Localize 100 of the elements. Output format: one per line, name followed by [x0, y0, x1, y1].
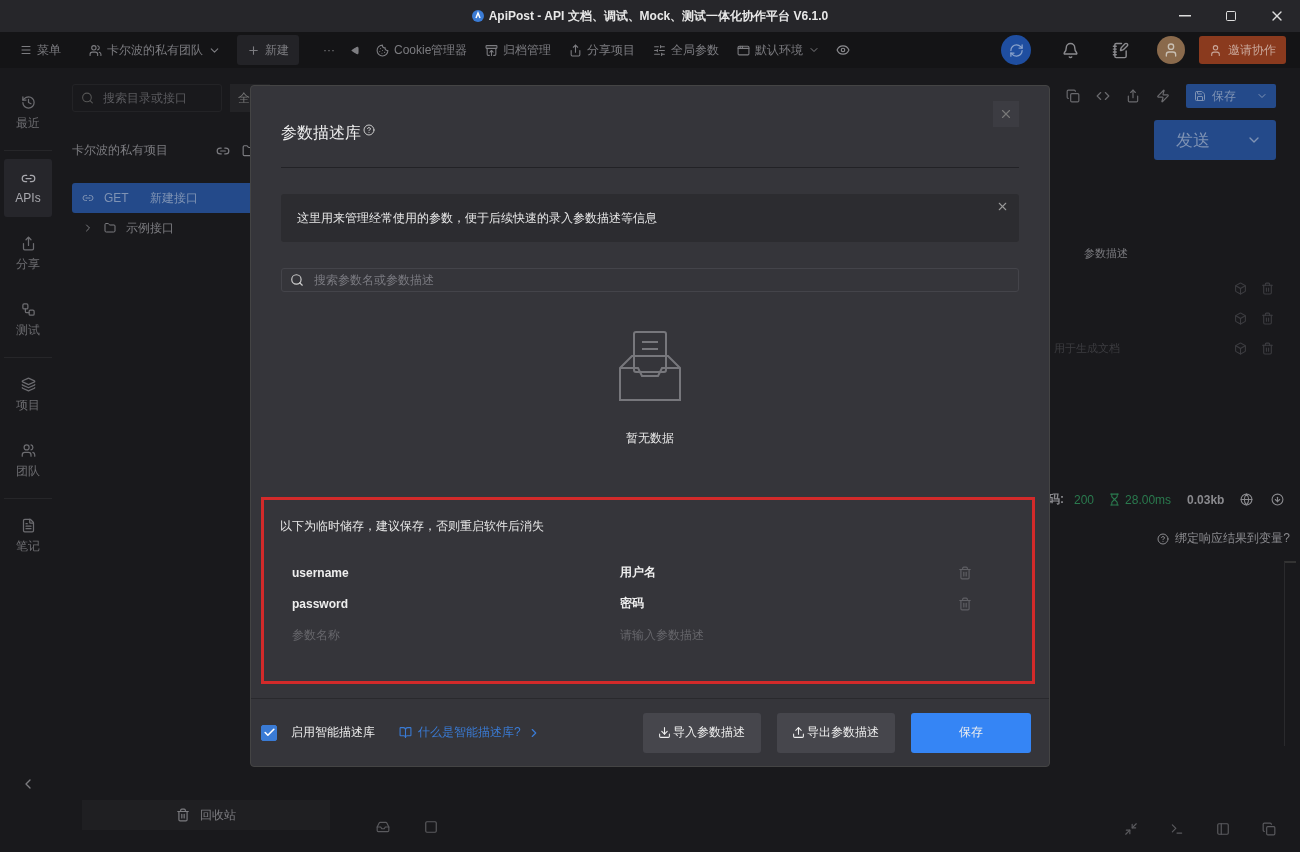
team-dropdown[interactable]: 卡尔波的私有团队 [87, 35, 223, 65]
tool-icon [376, 43, 389, 57]
layers-icon [20, 376, 36, 392]
response-time: 28.00ms [1125, 492, 1172, 507]
nav-item[interactable]: APIs [4, 159, 52, 217]
copy-icon [1262, 822, 1276, 836]
send-button[interactable]: 发送 [1154, 120, 1276, 160]
flash-icon [1156, 89, 1170, 103]
project-title: 卡尔波的私有项目 [72, 142, 168, 159]
help-icon [1157, 532, 1170, 545]
document-icon [20, 517, 36, 533]
delete-icon [1261, 311, 1274, 325]
help-icon [363, 123, 375, 136]
close-icon [996, 200, 1009, 213]
globe-icon [1240, 493, 1254, 506]
bell-icon [1061, 41, 1079, 59]
flow-icon [20, 301, 36, 317]
tool-icon [485, 43, 499, 57]
close-button[interactable] [993, 100, 1019, 127]
upload-icon [792, 726, 806, 739]
download-icon [658, 726, 672, 739]
checkbox-label: 启用智能描述库 [291, 724, 375, 741]
save-icon [1194, 90, 1206, 102]
new-button[interactable]: 新建 [237, 35, 299, 65]
search-field[interactable]: 搜索参数名或参数描述 [281, 268, 1019, 292]
save-button[interactable]: 保存 [1186, 84, 1276, 108]
response-size: 0.03kb [1187, 492, 1225, 507]
dialog-title: 参数描述库 [281, 123, 361, 143]
nav-item[interactable]: 最近 [4, 84, 52, 142]
nav-item[interactable]: 项目 [4, 366, 52, 424]
param-name: username [292, 565, 350, 580]
plus-icon [247, 43, 260, 57]
param-description: 用户名 [620, 564, 657, 581]
team-icon [89, 43, 102, 57]
empty-state-text: 暂无数据 [626, 430, 674, 447]
note-icon [1111, 41, 1129, 59]
param-description: 密码 [620, 595, 645, 612]
play-icon[interactable] [351, 45, 360, 55]
window-title: ApiPost - API 文档、调试、Mock、测试一体化协作平台 V6.1.0 [488, 7, 829, 25]
search-field[interactable]: 搜索目录或接口 [72, 84, 222, 112]
cube-icon [1234, 281, 1247, 295]
minimize-icon [1179, 15, 1191, 17]
link-icon [82, 192, 94, 204]
menu-button[interactable]: 菜单 [18, 35, 63, 65]
toolbar-tool-button[interactable]: Cookie管理器 [374, 35, 470, 65]
param-name: password [292, 596, 349, 611]
tray-icon [376, 820, 390, 834]
close-button[interactable] [996, 200, 1009, 213]
export-button[interactable]: 导出参数描述 [776, 712, 895, 753]
temp-storage-note: 以下为临时储存，建议保存，否则重启软件后消失 [280, 518, 545, 535]
search-icon [81, 91, 94, 105]
code-icon [1096, 89, 1110, 103]
nav-item[interactable]: 分享 [4, 225, 52, 283]
check-icon [262, 726, 276, 739]
nav-item[interactable]: 笔记 [4, 507, 52, 565]
user-icon [1163, 42, 1179, 58]
checkbox[interactable] [261, 724, 277, 741]
panel-icon [1216, 822, 1230, 836]
nav-item[interactable]: 团队 [4, 432, 52, 490]
share-icon [1126, 89, 1140, 103]
tool-icon [569, 43, 583, 57]
share-icon [20, 235, 36, 251]
bind-response-link[interactable]: 绑定响应结果到变量? [1175, 530, 1290, 547]
delete-icon [1261, 281, 1274, 295]
cube-icon [1234, 311, 1247, 325]
folder-icon [104, 222, 116, 234]
user-avatar[interactable] [1157, 36, 1185, 64]
sync-icon [1008, 42, 1024, 58]
cube-icon [1234, 341, 1247, 355]
toolbar-tool-button[interactable]: 归档管理 [483, 35, 554, 65]
tool-icon [653, 43, 667, 57]
help-link[interactable]: 什么是智能描述库? [399, 724, 541, 741]
eye-icon[interactable] [836, 43, 851, 57]
empty-inbox-icon [618, 330, 682, 402]
column-header: 参数描述 [1084, 246, 1129, 261]
window-icon [737, 43, 751, 57]
download-icon [1271, 493, 1285, 506]
more-button[interactable]: ··· [321, 35, 337, 65]
terminal-icon [1170, 822, 1184, 836]
toolbar-tool-button[interactable]: 全局参数 [651, 35, 722, 65]
save-button[interactable]: 保存 [910, 712, 1031, 753]
team-icon [20, 442, 36, 458]
status-code: 200 [1074, 492, 1095, 507]
book-icon [399, 726, 412, 739]
delete-icon [1261, 341, 1274, 355]
toolbar-tool-button[interactable]: 分享项目 [567, 35, 638, 65]
import-button[interactable]: 导入参数描述 [642, 712, 761, 753]
recycle-bin-button[interactable]: 回收站 [82, 800, 330, 830]
sync-button[interactable] [1001, 35, 1031, 65]
app-logo-icon [471, 10, 484, 22]
trash-icon [176, 808, 190, 822]
copy-icon [1066, 89, 1080, 103]
environment-dropdown[interactable]: 默认环境 [735, 35, 823, 65]
hourglass-icon [1108, 493, 1122, 506]
invite-button[interactable]: 邀请协作 [1199, 36, 1286, 64]
nav-item[interactable]: 测试 [4, 291, 52, 349]
shrink-icon [1124, 822, 1138, 836]
history-icon [20, 94, 36, 110]
search-icon [290, 273, 304, 287]
menu-icon [20, 44, 32, 56]
